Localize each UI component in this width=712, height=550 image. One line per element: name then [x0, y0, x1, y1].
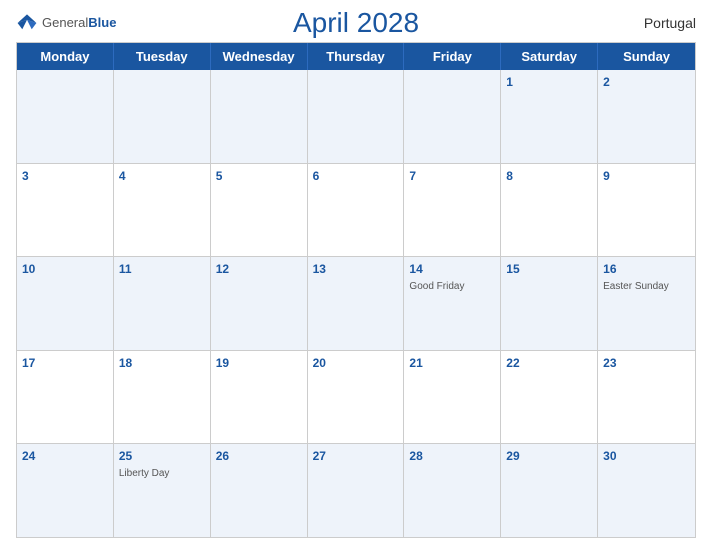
calendar-cell [17, 70, 114, 163]
col-header-wednesday: Wednesday [211, 43, 308, 70]
calendar-cell: 13 [308, 257, 405, 350]
day-number: 26 [216, 448, 302, 465]
calendar-week-2: 3456789 [17, 164, 695, 258]
col-header-tuesday: Tuesday [114, 43, 211, 70]
day-number: 15 [506, 261, 592, 278]
calendar-cell: 23 [598, 351, 695, 444]
day-number: 12 [216, 261, 302, 278]
logo: GeneralBlue [16, 12, 116, 34]
calendar-cell: 2 [598, 70, 695, 163]
day-number: 18 [119, 355, 205, 372]
day-number: 7 [409, 168, 495, 185]
day-number: 13 [313, 261, 399, 278]
day-event: Good Friday [409, 280, 495, 293]
day-number: 1 [506, 74, 592, 91]
calendar-cell: 12 [211, 257, 308, 350]
calendar-cell: 20 [308, 351, 405, 444]
calendar-cell: 28 [404, 444, 501, 537]
day-number: 17 [22, 355, 108, 372]
calendar-cell: 19 [211, 351, 308, 444]
col-header-sunday: Sunday [598, 43, 695, 70]
calendar-cell: 30 [598, 444, 695, 537]
day-number: 10 [22, 261, 108, 278]
calendar-cell: 15 [501, 257, 598, 350]
page-title: April 2028 [293, 7, 419, 39]
calendar-body: 1234567891011121314Good Friday1516Easter… [17, 70, 695, 537]
calendar-week-4: 17 18 19 20 21 22 23 [17, 351, 695, 445]
day-event: Liberty Day [119, 467, 205, 480]
calendar-week-5: 24 25 Liberty Day 26 27 28 29 30 [17, 444, 695, 537]
calendar-cell: 16 Easter Sunday [598, 257, 695, 350]
calendar-cell: 7 [404, 164, 501, 257]
day-number: 24 [22, 448, 108, 465]
header: GeneralBlue April 2028 Portugal [16, 12, 696, 34]
day-number: 4 [119, 168, 205, 185]
calendar-week-3: 10 11 12 13 14 Good Friday 15 16 Easter Sunday [17, 257, 695, 351]
calendar-cell: 24 [17, 444, 114, 537]
col-header-friday: Friday [404, 43, 501, 70]
day-event: Easter Sunday [603, 280, 690, 293]
calendar-cell: 14 Good Friday [404, 257, 501, 350]
day-number: 27 [313, 448, 399, 465]
country-label: Portugal [644, 15, 696, 31]
col-header-thursday: Thursday [308, 43, 405, 70]
calendar-cell [308, 70, 405, 163]
day-number: 16 [603, 261, 690, 278]
calendar-cell: 17 [17, 351, 114, 444]
day-number: 19 [216, 355, 302, 372]
calendar-cell: 11 [114, 257, 211, 350]
calendar-cell [404, 70, 501, 163]
calendar-cell: 1 [501, 70, 598, 163]
day-number: 11 [119, 261, 205, 278]
calendar-cell: 29 [501, 444, 598, 537]
day-number: 6 [313, 168, 399, 185]
day-number: 9 [603, 168, 690, 185]
day-number: 22 [506, 355, 592, 372]
calendar-cell: 26 [211, 444, 308, 537]
day-number: 23 [603, 355, 690, 372]
page: GeneralBlue April 2028 Portugal MondayTu… [0, 0, 712, 550]
calendar-header: MondayTuesdayWednesdayThursdayFridaySatu… [17, 43, 695, 70]
calendar-cell: 22 [501, 351, 598, 444]
day-number: 21 [409, 355, 495, 372]
day-number: 14 [409, 261, 495, 278]
calendar-cell: 25 Liberty Day [114, 444, 211, 537]
logo-general: GeneralBlue [42, 14, 116, 32]
day-number: 5 [216, 168, 302, 185]
calendar-cell: 18 [114, 351, 211, 444]
calendar-cell: 9 [598, 164, 695, 257]
calendar-cell: 6 [308, 164, 405, 257]
calendar-cell: 8 [501, 164, 598, 257]
calendar-cell: 10 [17, 257, 114, 350]
day-number: 3 [22, 168, 108, 185]
day-number: 20 [313, 355, 399, 372]
calendar-cell: 3 [17, 164, 114, 257]
calendar-cell: 5 [211, 164, 308, 257]
day-number: 29 [506, 448, 592, 465]
calendar-cell: 4 [114, 164, 211, 257]
col-header-monday: Monday [17, 43, 114, 70]
day-number: 25 [119, 448, 205, 465]
calendar: MondayTuesdayWednesdayThursdayFridaySatu… [16, 42, 696, 538]
logo-icon [16, 12, 38, 34]
calendar-cell [114, 70, 211, 163]
calendar-week-1: 12 [17, 70, 695, 164]
calendar-cell: 21 [404, 351, 501, 444]
day-number: 8 [506, 168, 592, 185]
day-number: 28 [409, 448, 495, 465]
calendar-cell [211, 70, 308, 163]
day-number: 30 [603, 448, 690, 465]
day-number: 2 [603, 74, 690, 91]
col-header-saturday: Saturday [501, 43, 598, 70]
calendar-cell: 27 [308, 444, 405, 537]
